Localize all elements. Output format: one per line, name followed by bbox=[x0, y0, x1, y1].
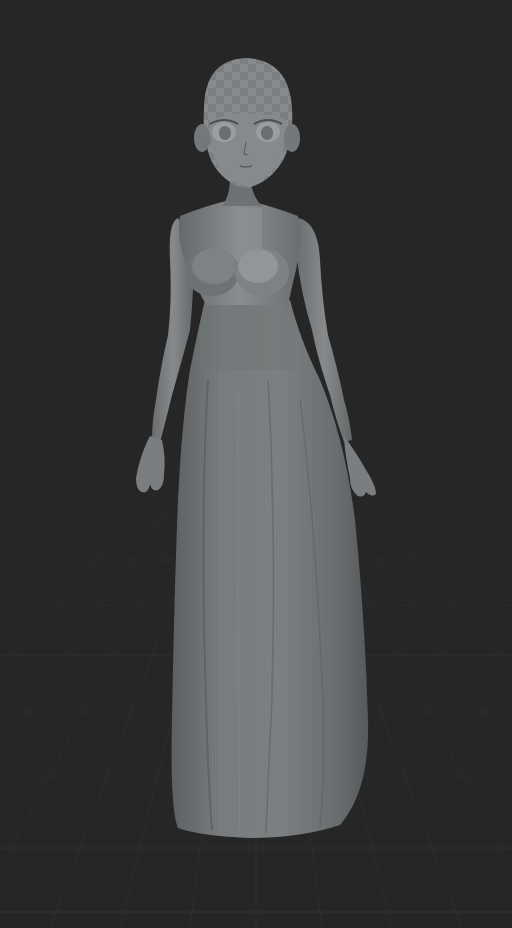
viewport-canvas[interactable] bbox=[0, 0, 512, 928]
3d-viewport[interactable] bbox=[0, 0, 512, 928]
right-ear bbox=[284, 124, 300, 152]
left-hand bbox=[136, 436, 165, 493]
character-model[interactable] bbox=[136, 58, 380, 840]
dress-fold-texture bbox=[171, 300, 369, 838]
head bbox=[194, 58, 300, 188]
left-ear bbox=[194, 124, 210, 152]
